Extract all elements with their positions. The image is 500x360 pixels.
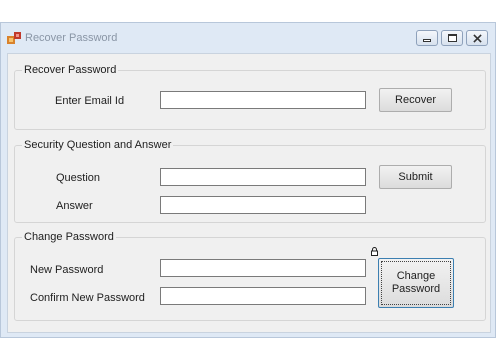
email-label: Enter Email Id xyxy=(55,95,125,107)
maximize-button[interactable] xyxy=(441,30,463,46)
question-label: Question xyxy=(56,172,101,184)
submit-button[interactable]: Submit xyxy=(379,165,452,189)
answer-input[interactable] xyxy=(160,196,366,214)
lock-icon xyxy=(371,247,378,256)
window-title: Recover Password xyxy=(25,32,118,44)
recover-button[interactable]: Recover xyxy=(379,88,452,112)
security-question-group: Security Question and Answer Question Su… xyxy=(14,139,486,223)
answer-label: Answer xyxy=(56,200,93,212)
minimize-button[interactable] xyxy=(416,30,438,46)
close-button[interactable] xyxy=(466,30,488,46)
submit-button-label: Submit xyxy=(398,170,433,183)
new-password-label: New Password xyxy=(30,264,104,276)
title-bar[interactable]: Recover Password xyxy=(1,23,495,53)
email-input[interactable] xyxy=(160,91,366,109)
change-password-button[interactable]: Change Password xyxy=(378,258,454,308)
recover-password-window: Recover Password Recover Password Enter … xyxy=(0,22,496,338)
recover-password-legend: Recover Password xyxy=(22,64,119,77)
question-input[interactable] xyxy=(160,168,366,186)
app-icon xyxy=(7,32,21,44)
close-icon xyxy=(473,34,482,43)
confirm-password-input[interactable] xyxy=(160,287,366,305)
security-question-legend: Security Question and Answer xyxy=(22,139,174,152)
form-client-area: Recover Password Enter Email Id Recover … xyxy=(7,53,491,333)
recover-button-label: Recover xyxy=(395,93,436,106)
confirm-password-label: Confirm New Password xyxy=(30,292,145,304)
maximize-icon xyxy=(448,34,457,42)
change-password-group: Change Password New Password Confirm New… xyxy=(14,231,486,321)
minimize-icon xyxy=(423,39,431,42)
new-password-input[interactable] xyxy=(160,259,366,277)
change-password-legend: Change Password xyxy=(22,231,116,244)
change-password-button-label: Change Password xyxy=(391,270,441,295)
recover-password-group: Recover Password Enter Email Id Recover xyxy=(14,64,486,130)
